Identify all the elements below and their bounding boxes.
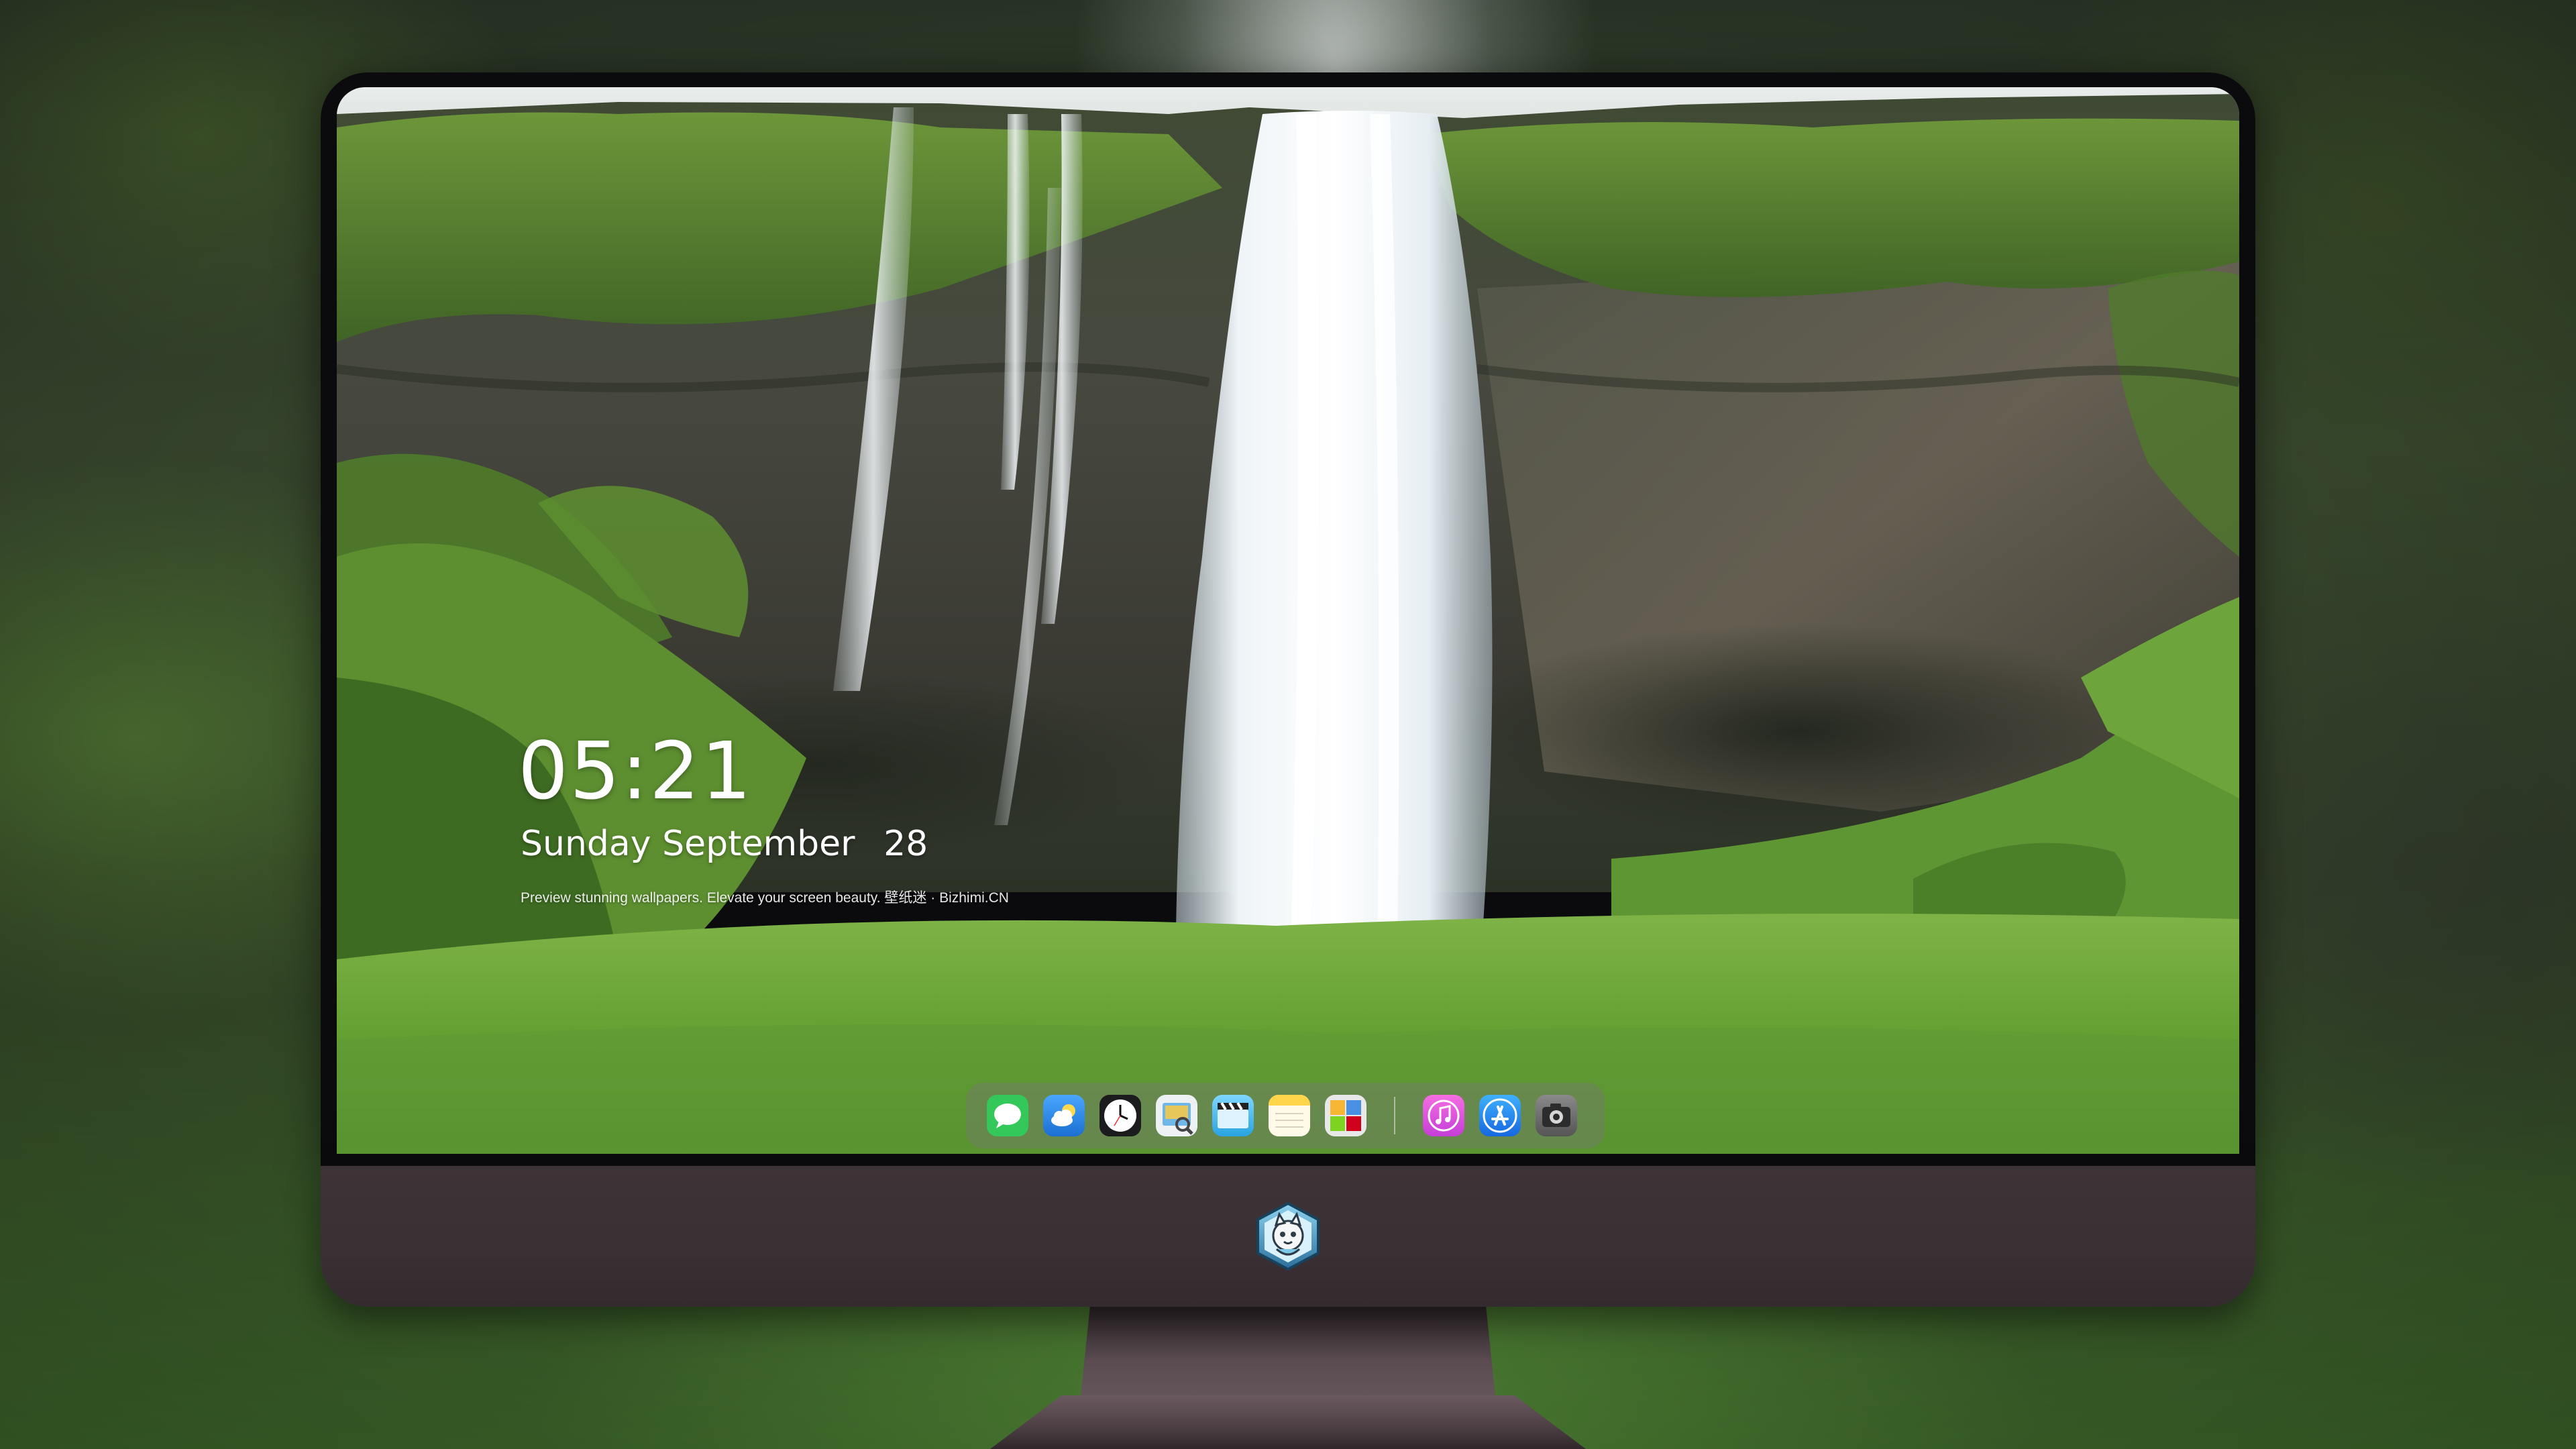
monitor-screen: 05:21 Sunday September 28 Preview stunni…	[337, 87, 2239, 1154]
app-store-icon[interactable]	[1479, 1095, 1521, 1136]
monitor-stand-base	[990, 1395, 1586, 1449]
screenshot-icon[interactable]	[1536, 1095, 1577, 1136]
lock-screen-clock: 05:21	[518, 724, 753, 817]
photo-booth-icon[interactable]	[1325, 1095, 1366, 1136]
scene: 05:21 Sunday September 28 Preview stunni…	[0, 0, 2576, 1449]
clock-icon[interactable]	[1099, 1095, 1141, 1136]
dock-separator	[1394, 1097, 1395, 1134]
clips-icon[interactable]	[1212, 1095, 1254, 1136]
messages-icon[interactable]	[987, 1095, 1028, 1136]
mascot-logo-icon	[1252, 1201, 1324, 1272]
notes-icon[interactable]	[1269, 1095, 1310, 1136]
day-number: 28	[883, 824, 928, 864]
month: September	[662, 824, 855, 864]
weather-icon[interactable]	[1043, 1095, 1085, 1136]
day-of-week: Sunday	[521, 824, 651, 864]
itunes-icon[interactable]	[1423, 1095, 1464, 1136]
wallpaper-tagline: Preview stunning wallpapers. Elevate you…	[521, 890, 1009, 906]
lock-screen-date: Sunday September 28	[521, 824, 928, 864]
dock	[966, 1083, 1605, 1148]
waterfall-wallpaper	[337, 87, 2239, 1154]
preview-icon[interactable]	[1156, 1095, 1197, 1136]
